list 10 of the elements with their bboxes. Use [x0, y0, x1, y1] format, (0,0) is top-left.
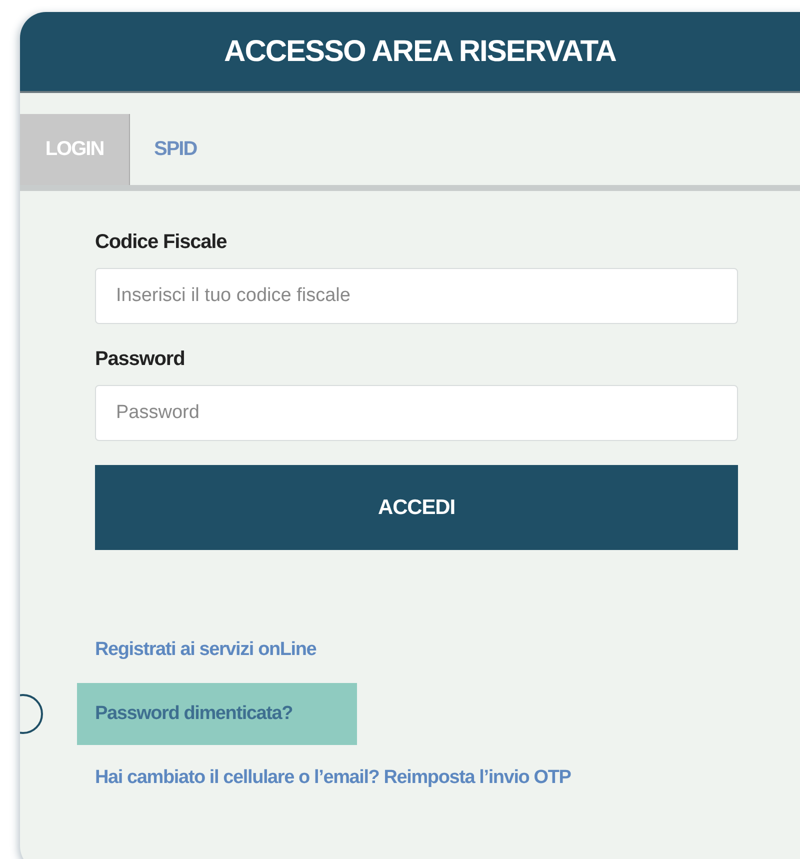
- login-button[interactable]: ACCEDI: [95, 465, 738, 550]
- input-field[interactable]: Password: [95, 385, 738, 441]
- tab[interactable]: SPID: [130, 114, 221, 185]
- field-label: Password: [95, 348, 186, 371]
- link[interactable]: Password dimenticata?: [77, 683, 357, 745]
- link[interactable]: Registrati ai servizi onLine: [77, 619, 334, 681]
- field-label: Codice Fiscale: [95, 231, 228, 254]
- link[interactable]: Hai cambiato il cellulare o l’email? Reimposta l’invio OTP: [77, 747, 589, 809]
- input-field[interactable]: Inserisci il tuo codice fiscale: [95, 268, 738, 324]
- header-title: ACCESSO AREA RISERVATA: [224, 34, 616, 68]
